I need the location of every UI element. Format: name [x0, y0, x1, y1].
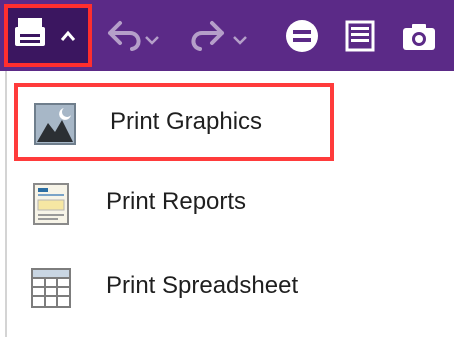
- menu-item-print-spreadsheet[interactable]: Print Spreadsheet: [14, 251, 334, 329]
- graphics-image-icon: [34, 103, 76, 145]
- redo-button[interactable]: [182, 0, 262, 71]
- redo-icon: [191, 20, 247, 51]
- document-list-icon: [345, 20, 375, 51]
- printer-icon: [15, 18, 76, 46]
- menu-item-print-graphics[interactable]: Print Graphics: [14, 83, 334, 161]
- print-menu-screenshot: Print Graphics Print Reports Print Sprea…: [0, 0, 454, 337]
- spreadsheet-icon: [31, 268, 71, 308]
- report-icon: [33, 183, 69, 225]
- camera-button[interactable]: [394, 0, 444, 71]
- menu-divider: [5, 71, 7, 337]
- chevron-down-icon: [145, 35, 159, 45]
- undo-icon: [108, 20, 159, 51]
- print-dropdown-menu: Print Graphics Print Reports Print Sprea…: [0, 71, 454, 337]
- menu-item-print-reports[interactable]: Print Reports: [14, 167, 334, 245]
- undo-button[interactable]: [98, 0, 168, 71]
- toolbar: [0, 0, 454, 71]
- equals-button[interactable]: [280, 0, 324, 71]
- document-button[interactable]: [338, 0, 382, 71]
- print-dropdown-button[interactable]: [4, 4, 92, 67]
- menu-item-label: Print Graphics: [110, 108, 263, 135]
- equals-circle-icon: [286, 19, 318, 52]
- menu-item-label: Print Spreadsheet: [106, 272, 299, 299]
- menu-item-label: Print Reports: [106, 188, 247, 215]
- camera-icon: [403, 23, 435, 50]
- chevron-down-icon: [233, 35, 247, 45]
